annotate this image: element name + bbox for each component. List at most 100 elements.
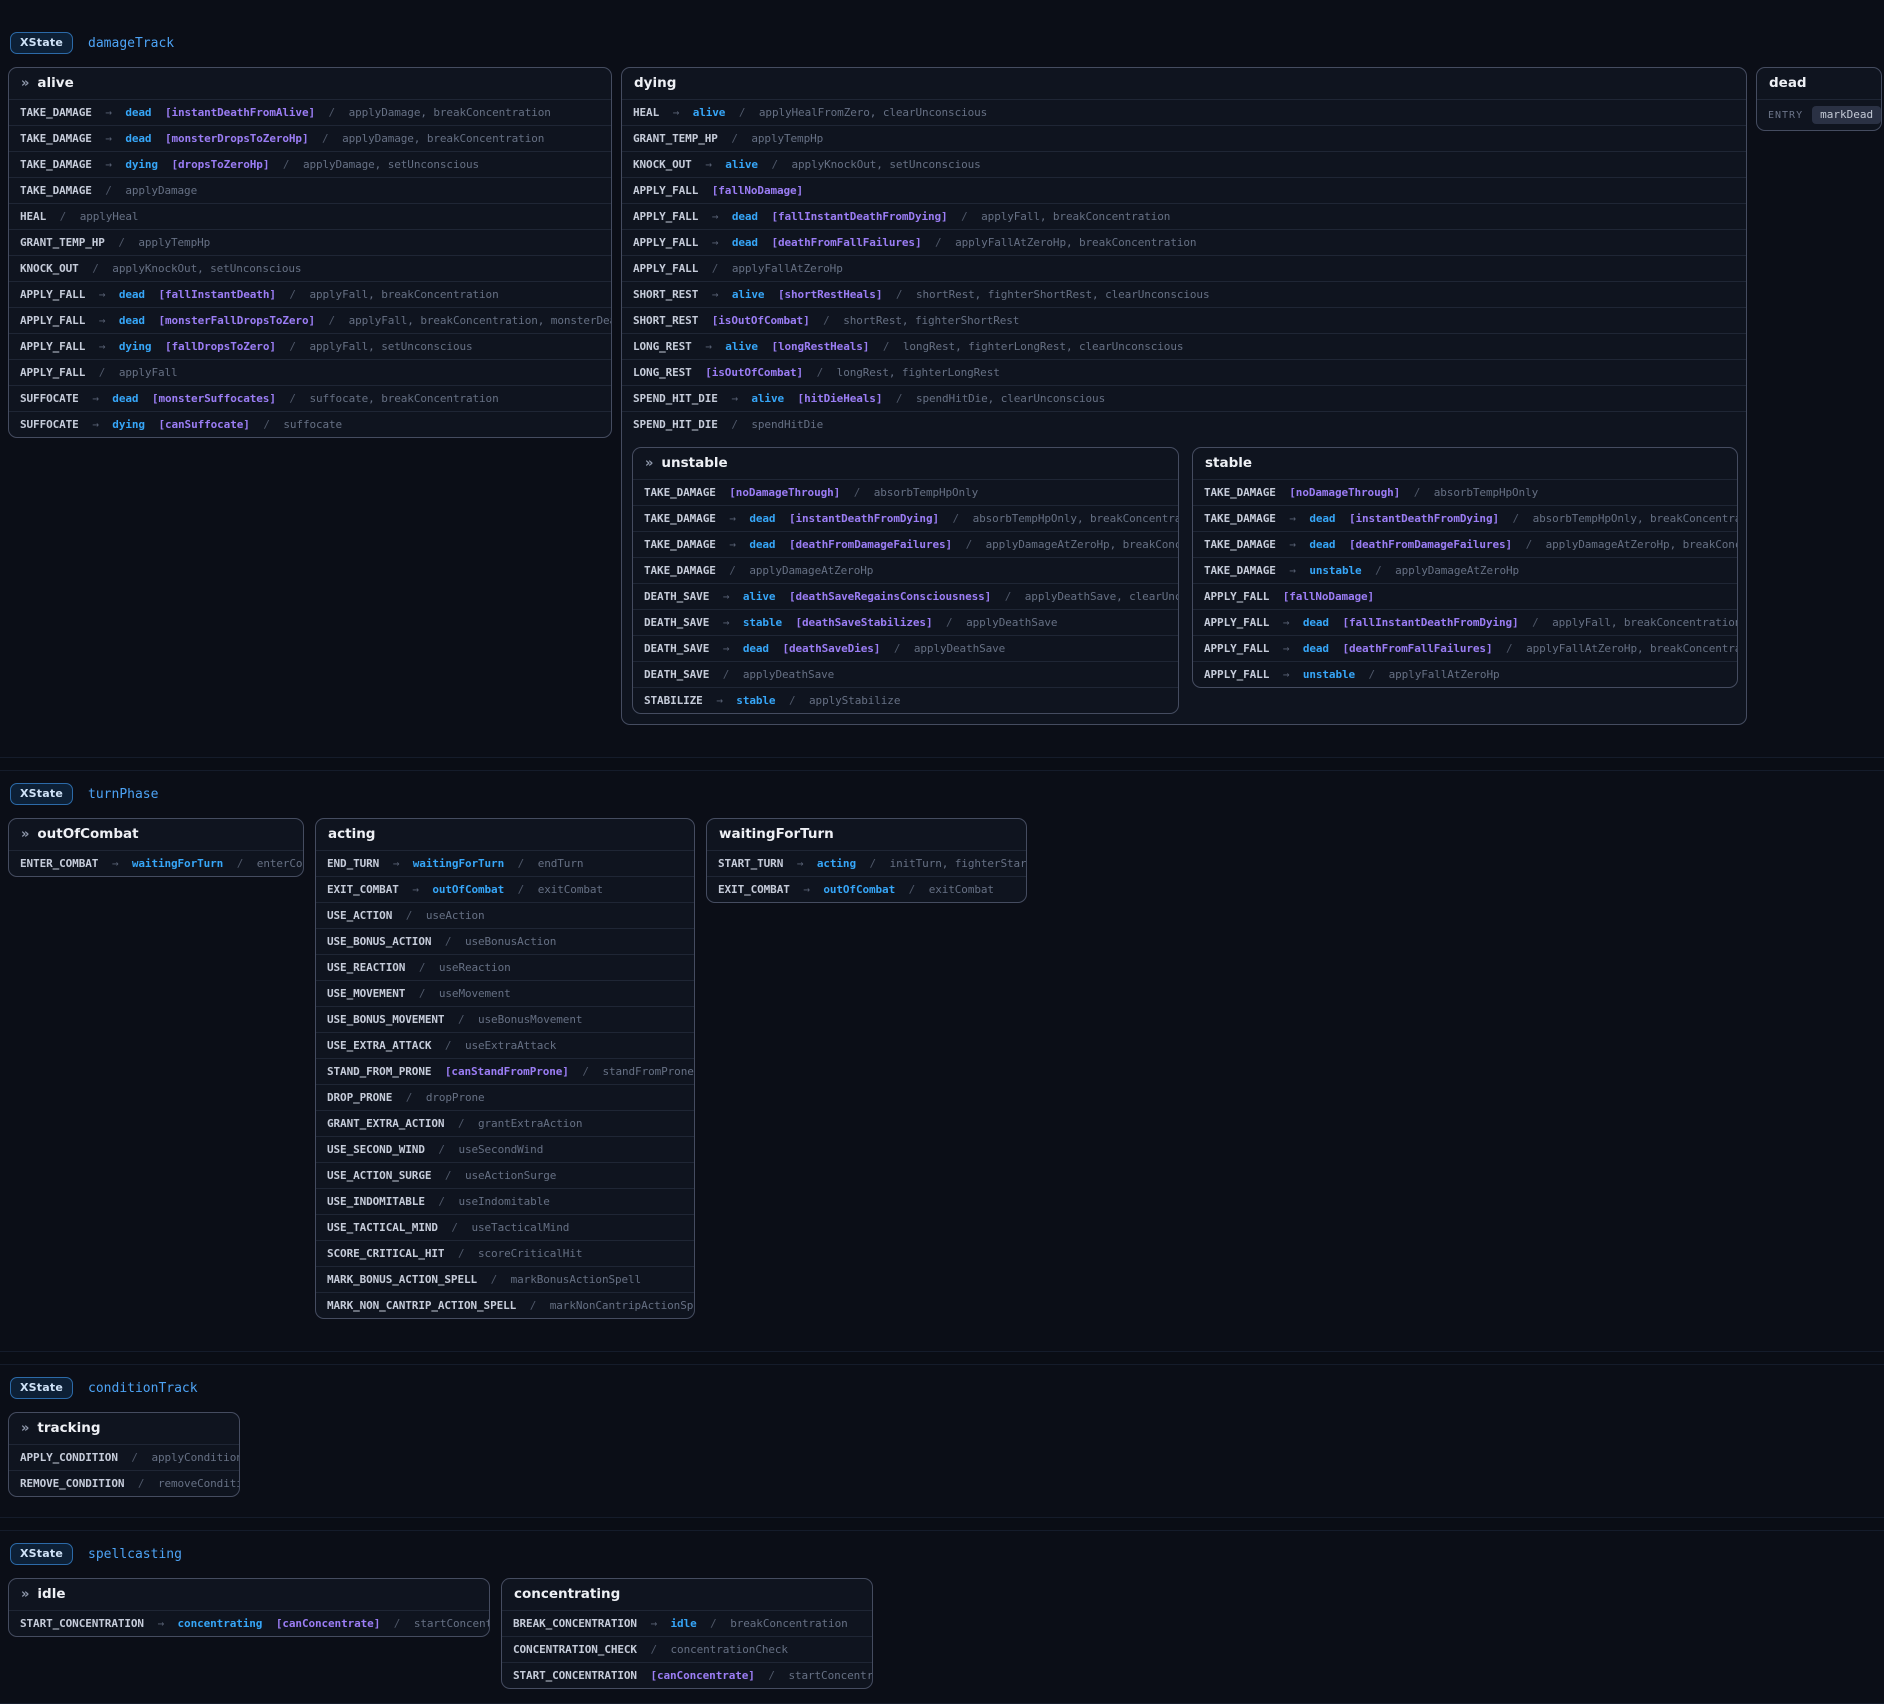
transition-row[interactable]: USE_EXTRA_ATTACK / useExtraAttack <box>316 1032 694 1058</box>
transition-row[interactable]: TAKE_DAMAGE / applyDamageAtZeroHp <box>633 557 1178 583</box>
transition-row[interactable]: HEAL / applyHeal <box>9 203 611 229</box>
transition-row[interactable]: TAKE_DAMAGE → unstable / applyDamageAtZe… <box>1193 557 1737 583</box>
xstate-badge[interactable]: XState <box>10 32 73 54</box>
transition-row[interactable]: HEAL → alive / applyHealFromZero, clearU… <box>622 99 1746 125</box>
transition-row[interactable]: DROP_PRONE / dropProne <box>316 1084 694 1110</box>
state-header[interactable]: » outOfCombat <box>9 819 303 850</box>
transition-row[interactable]: END_TURN → waitingForTurn / endTurn <box>316 850 694 876</box>
transition-row[interactable]: USE_SECOND_WIND / useSecondWind <box>316 1136 694 1162</box>
transition-row[interactable]: CONCENTRATION_CHECK / concentrationCheck <box>502 1636 872 1662</box>
transition-row[interactable]: TAKE_DAMAGE → dead [deathFromDamageFailu… <box>1193 531 1737 557</box>
state-header[interactable]: dead <box>1757 68 1881 99</box>
xstate-badge[interactable]: XState <box>10 1543 73 1565</box>
state-header[interactable]: » tracking <box>9 1413 239 1444</box>
transition-row[interactable]: APPLY_FALL → dead [deathFromFallFailures… <box>622 229 1746 255</box>
state-header[interactable]: stable <box>1193 448 1737 479</box>
transition-row[interactable]: APPLY_FALL → dead [deathFromFallFailures… <box>1193 635 1737 661</box>
transition-row[interactable]: START_CONCENTRATION → concentrating [can… <box>9 1610 489 1636</box>
transition-row[interactable]: MARK_NON_CANTRIP_ACTION_SPELL / markNonC… <box>316 1292 694 1318</box>
transition-row[interactable]: APPLY_FALL / applyFall <box>9 359 611 385</box>
state-box[interactable]: » outOfCombat ENTER_COMBAT → waitingForT… <box>8 818 304 877</box>
transition-row[interactable]: USE_MOVEMENT / useMovement <box>316 980 694 1006</box>
initial-state-marker-icon: » <box>21 1421 29 1436</box>
transition-row[interactable]: GRANT_EXTRA_ACTION / grantExtraAction <box>316 1110 694 1136</box>
transition-row[interactable]: TAKE_DAMAGE [noDamageThrough] / absorbTe… <box>1193 479 1737 505</box>
transition-row[interactable]: USE_TACTICAL_MIND / useTacticalMind <box>316 1214 694 1240</box>
transition-row[interactable]: TAKE_DAMAGE / applyDamage <box>9 177 611 203</box>
state-box[interactable]: waitingForTurn START_TURN → acting / ini… <box>706 818 1027 903</box>
state-box[interactable]: acting END_TURN → waitingForTurn / endTu… <box>315 818 695 1319</box>
transition-row[interactable]: USE_REACTION / useReaction <box>316 954 694 980</box>
state-box[interactable]: stable TAKE_DAMAGE [noDamageThrough] / a… <box>1192 447 1738 688</box>
transition-row[interactable]: EXIT_COMBAT → outOfCombat / exitCombat <box>316 876 694 902</box>
state-box[interactable]: » unstable TAKE_DAMAGE [noDamageThrough]… <box>632 447 1179 714</box>
transition-row[interactable]: GRANT_TEMP_HP / applyTempHp <box>9 229 611 255</box>
state-box[interactable]: concentrating BREAK_CONCENTRATION → idle… <box>501 1578 873 1689</box>
state-header[interactable]: waitingForTurn <box>707 819 1026 850</box>
transition-row[interactable]: START_TURN → acting / initTurn, fighterS… <box>707 850 1026 876</box>
state-box[interactable]: » tracking APPLY_CONDITION / applyCondit… <box>8 1412 240 1497</box>
transition-row[interactable]: SHORT_REST → alive [shortRestHeals] / sh… <box>622 281 1746 307</box>
transition-row[interactable]: USE_INDOMITABLE / useIndomitable <box>316 1188 694 1214</box>
transition-row[interactable]: EXIT_COMBAT → outOfCombat / exitCombat <box>707 876 1026 902</box>
transition-row[interactable]: DEATH_SAVE / applyDeathSave <box>633 661 1178 687</box>
transition-row[interactable]: APPLY_CONDITION / applyCondition <box>9 1444 239 1470</box>
transition-row[interactable]: ENTER_COMBAT → waitingForTurn / enterCom… <box>9 850 303 876</box>
xstate-badge[interactable]: XState <box>10 783 73 805</box>
transition-row[interactable]: REMOVE_CONDITION / removeCondition <box>9 1470 239 1496</box>
transition-row[interactable]: SCORE_CRITICAL_HIT / scoreCriticalHit <box>316 1240 694 1266</box>
target-state: dead <box>749 538 775 551</box>
transition-row[interactable]: LONG_REST → alive [longRestHeals] / long… <box>622 333 1746 359</box>
transition-row[interactable]: USE_BONUS_ACTION / useBonusAction <box>316 928 694 954</box>
transition-row[interactable]: SPEND_HIT_DIE → alive [hitDieHeals] / sp… <box>622 385 1746 411</box>
state-box[interactable]: dead ENTRY markDead <box>1756 67 1882 131</box>
transition-row[interactable]: TAKE_DAMAGE [noDamageThrough] / absorbTe… <box>633 479 1178 505</box>
state-box[interactable]: » alive TAKE_DAMAGE → dead [instantDeath… <box>8 67 612 438</box>
action-list: useMovement <box>439 987 511 1000</box>
transition-row[interactable]: APPLY_FALL [fallNoDamage] <box>622 177 1746 203</box>
state-header[interactable]: dying <box>622 68 1746 99</box>
transition-row[interactable]: APPLY_FALL [fallNoDamage] <box>1193 583 1737 609</box>
state-header[interactable]: acting <box>316 819 694 850</box>
transition-row[interactable]: STABILIZE → stable / applyStabilize <box>633 687 1178 713</box>
transition-row[interactable]: APPLY_FALL / applyFallAtZeroHp <box>622 255 1746 281</box>
transition-row[interactable]: DEATH_SAVE → stable [deathSaveStabilizes… <box>633 609 1178 635</box>
transition-row[interactable]: SPEND_HIT_DIE / spendHitDie <box>622 411 1746 437</box>
transition-row[interactable]: TAKE_DAMAGE → dead [deathFromDamageFailu… <box>633 531 1178 557</box>
transition-row[interactable]: DEATH_SAVE → alive [deathSaveRegainsCons… <box>633 583 1178 609</box>
transition-row[interactable]: STAND_FROM_PRONE [canStandFromProne] / s… <box>316 1058 694 1084</box>
transition-row[interactable]: APPLY_FALL → dead [fallInstantDeath] / a… <box>9 281 611 307</box>
transition-row[interactable]: SUFFOCATE → dying [canSuffocate] / suffo… <box>9 411 611 437</box>
event-name: APPLY_FALL <box>633 236 698 249</box>
transition-row[interactable]: USE_BONUS_MOVEMENT / useBonusMovement <box>316 1006 694 1032</box>
transition-row[interactable]: APPLY_FALL → unstable / applyFallAtZeroH… <box>1193 661 1737 687</box>
transition-row[interactable]: APPLY_FALL → dying [fallDropsToZero] / a… <box>9 333 611 359</box>
transition-row[interactable]: KNOCK_OUT / applyKnockOut, setUnconsciou… <box>9 255 611 281</box>
transition-row[interactable]: SUFFOCATE → dead [monsterSuffocates] / s… <box>9 385 611 411</box>
transition-row[interactable]: TAKE_DAMAGE → dead [monsterDropsToZeroHp… <box>9 125 611 151</box>
state-header[interactable]: concentrating <box>502 1579 872 1610</box>
state-header[interactable]: » idle <box>9 1579 489 1610</box>
state-box[interactable]: » idle START_CONCENTRATION → concentrati… <box>8 1578 490 1637</box>
state-header[interactable]: » unstable <box>633 448 1178 479</box>
transition-row[interactable]: LONG_REST [isOutOfCombat] / longRest, fi… <box>622 359 1746 385</box>
transition-row[interactable]: SHORT_REST [isOutOfCombat] / shortRest, … <box>622 307 1746 333</box>
transition-row[interactable]: TAKE_DAMAGE → dying [dropsToZeroHp] / ap… <box>9 151 611 177</box>
transition-row[interactable]: TAKE_DAMAGE → dead [instantDeathFromDyin… <box>1193 505 1737 531</box>
transition-row[interactable]: TAKE_DAMAGE → dead [instantDeathFromDyin… <box>633 505 1178 531</box>
transition-row[interactable]: BREAK_CONCENTRATION → idle / breakConcen… <box>502 1610 872 1636</box>
transition-row[interactable]: USE_ACTION / useAction <box>316 902 694 928</box>
state-box[interactable]: dying HEAL → alive / applyHealFromZero, … <box>621 67 1747 725</box>
transition-row[interactable]: START_CONCENTRATION [canConcentrate] / s… <box>502 1662 872 1688</box>
transition-row[interactable]: USE_ACTION_SURGE / useActionSurge <box>316 1162 694 1188</box>
transition-row[interactable]: KNOCK_OUT → alive / applyKnockOut, setUn… <box>622 151 1746 177</box>
transition-row[interactable]: APPLY_FALL → dead [fallInstantDeathFromD… <box>622 203 1746 229</box>
transition-row[interactable]: TAKE_DAMAGE → dead [instantDeathFromAliv… <box>9 99 611 125</box>
transition-row[interactable]: APPLY_FALL → dead [monsterFallDropsToZer… <box>9 307 611 333</box>
state-header[interactable]: » alive <box>9 68 611 99</box>
xstate-badge[interactable]: XState <box>10 1377 73 1399</box>
transition-row[interactable]: GRANT_TEMP_HP / applyTempHp <box>622 125 1746 151</box>
transition-row[interactable]: DEATH_SAVE → dead [deathSaveDies] / appl… <box>633 635 1178 661</box>
transition-row[interactable]: APPLY_FALL → dead [fallInstantDeathFromD… <box>1193 609 1737 635</box>
transition-row[interactable]: MARK_BONUS_ACTION_SPELL / markBonusActio… <box>316 1266 694 1292</box>
